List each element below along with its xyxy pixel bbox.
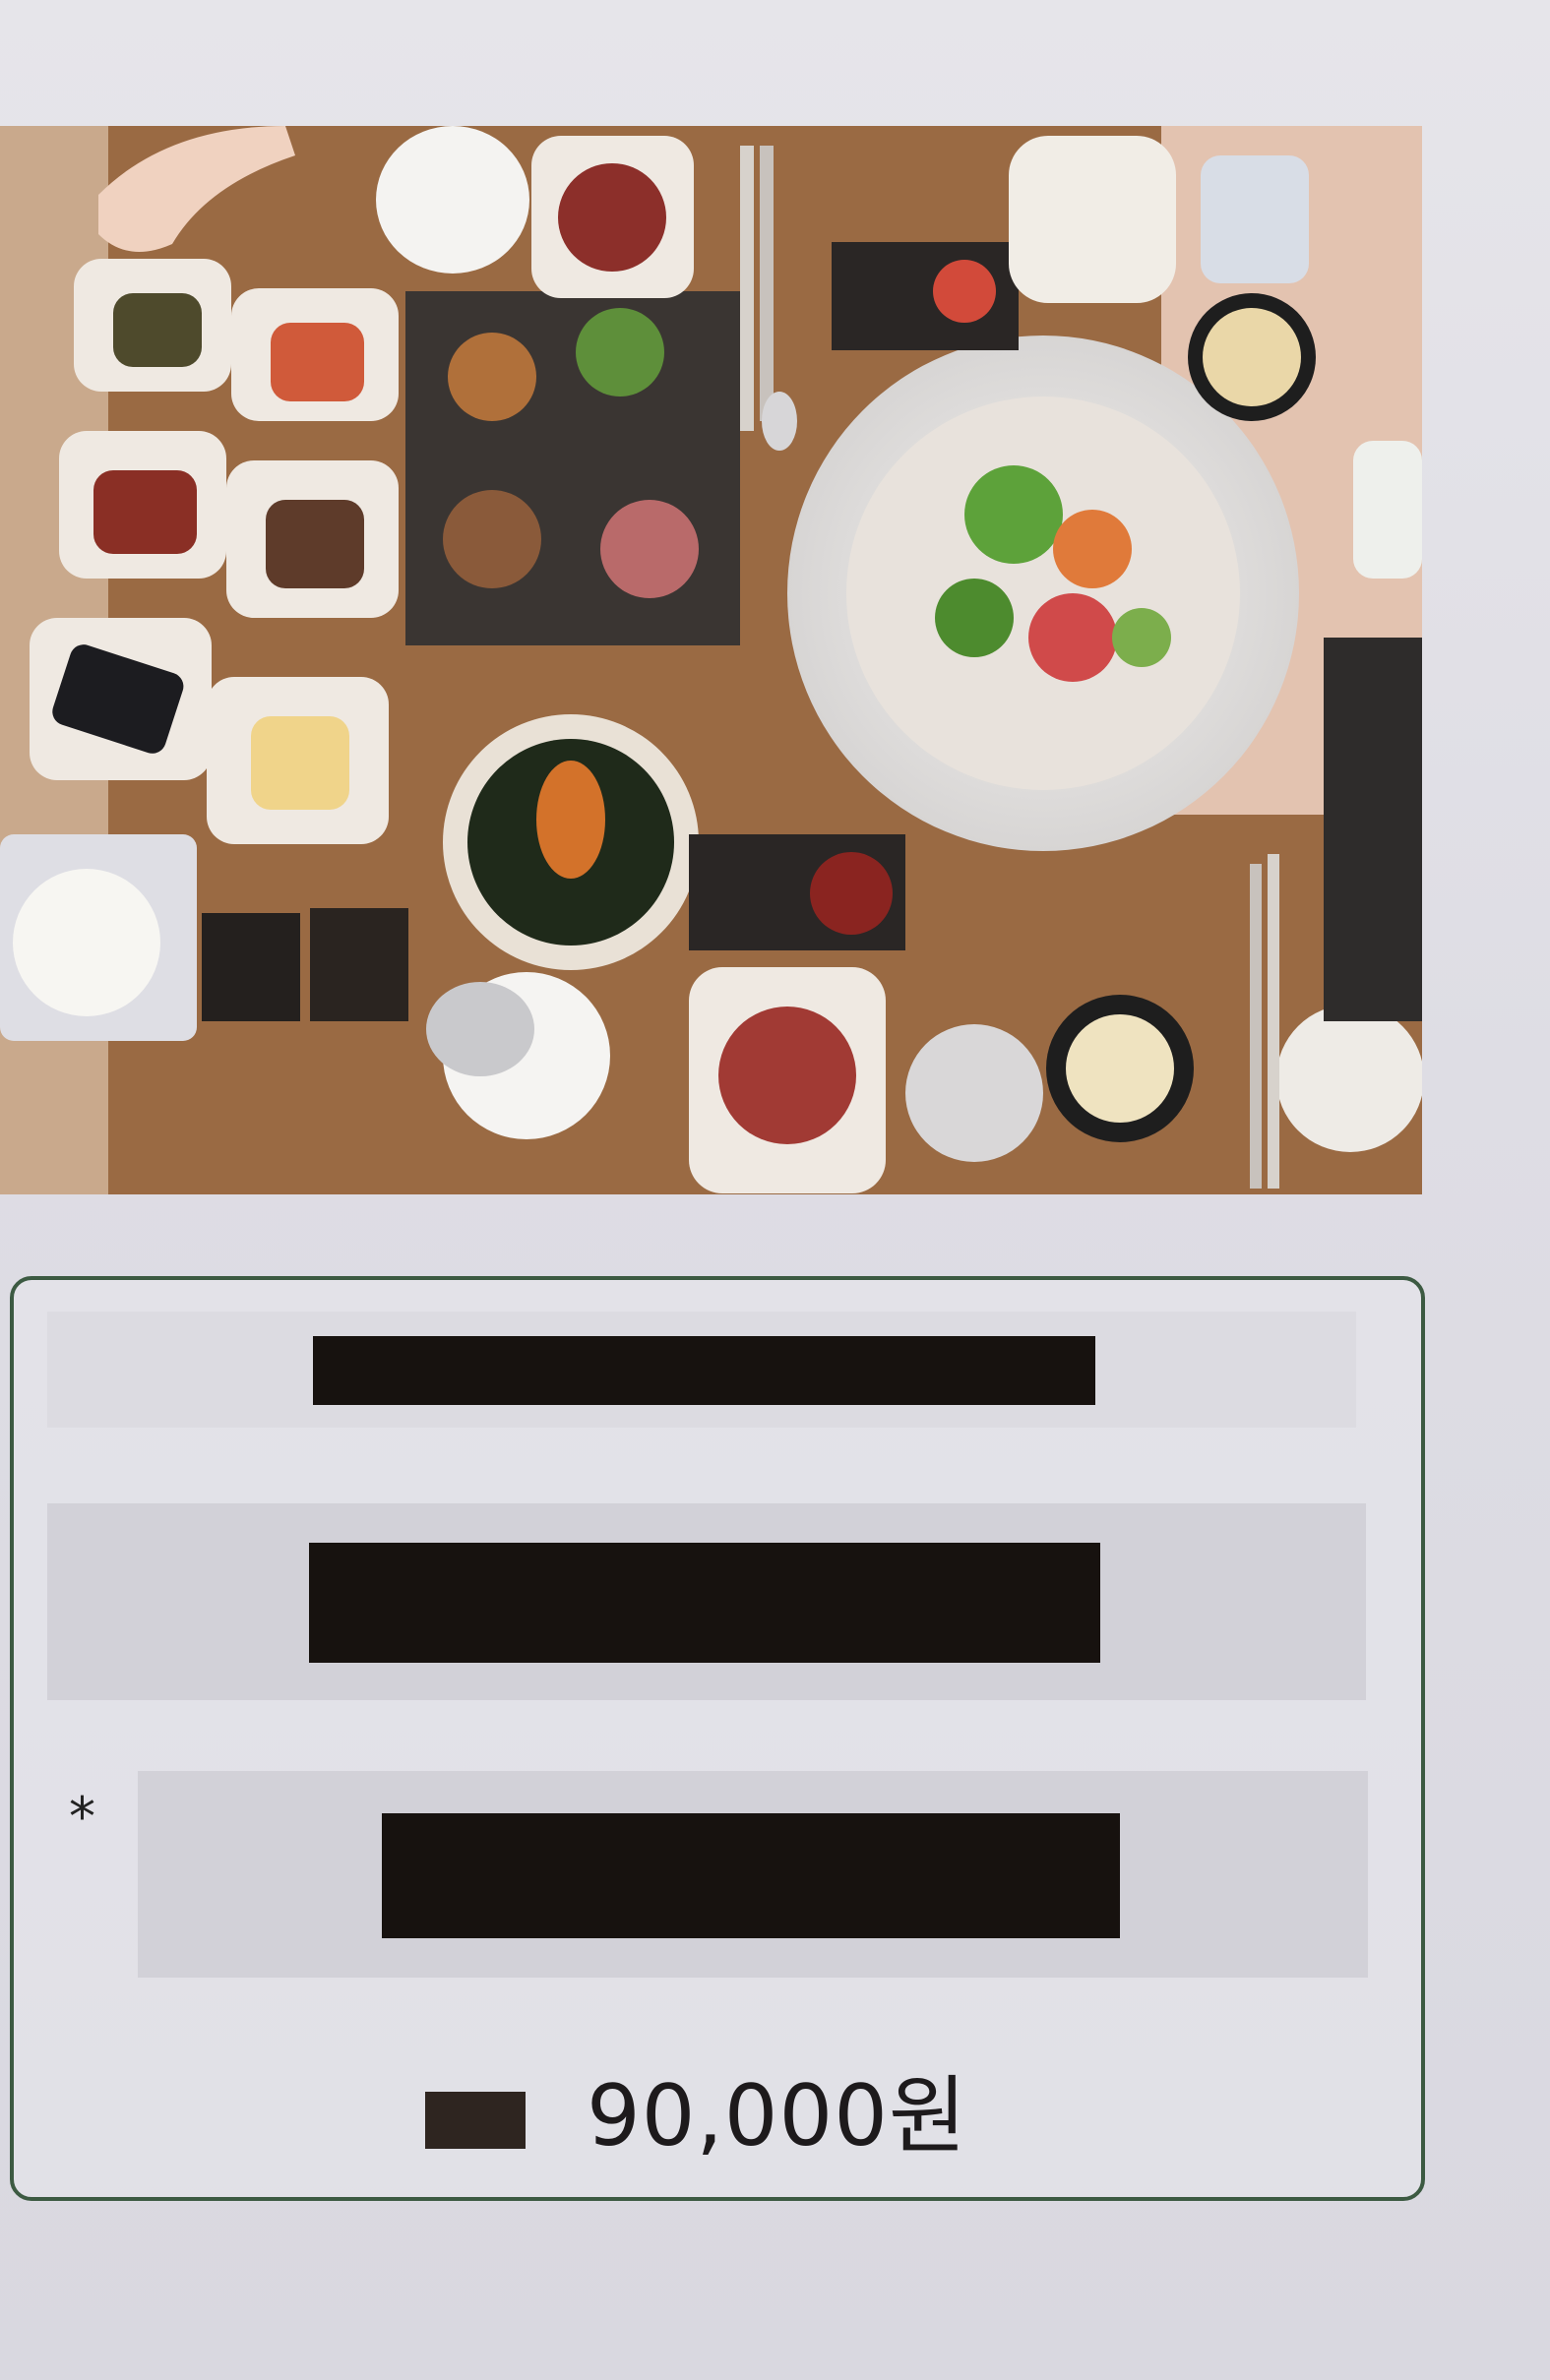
redacted-title [313, 1336, 1095, 1405]
redacted-note [382, 1813, 1120, 1938]
note-marker: * [69, 1786, 95, 1848]
redacted-price-label [425, 2092, 526, 2149]
food-table-photo [0, 126, 1422, 1194]
redacted-description [309, 1543, 1100, 1663]
menu-price: 90,000원 [587, 2067, 968, 2166]
